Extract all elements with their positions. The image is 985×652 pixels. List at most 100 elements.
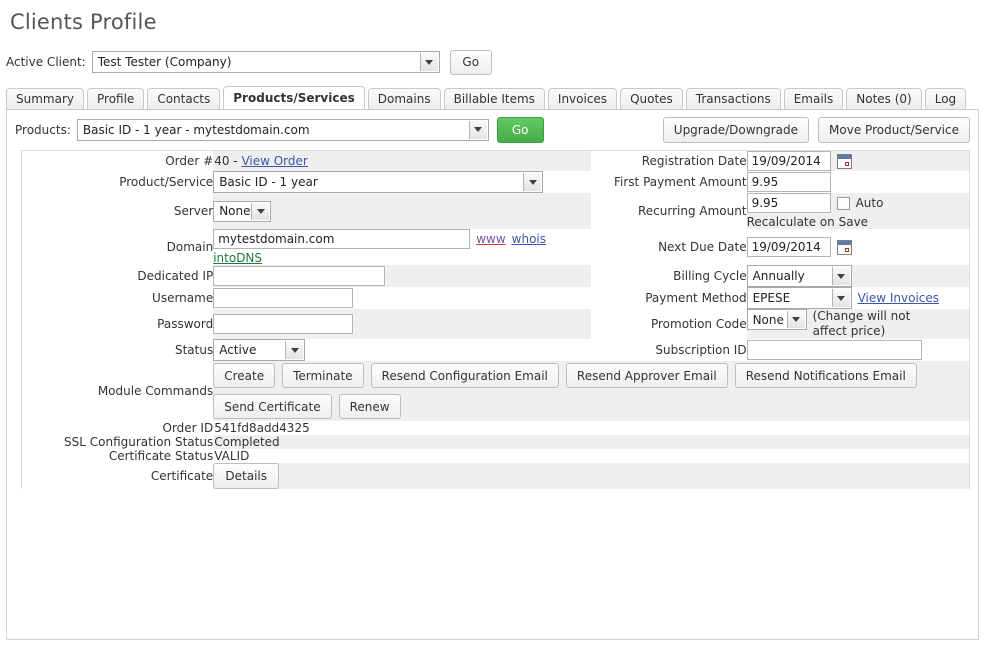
- chevron-down-icon[interactable]: [523, 173, 542, 191]
- tab-products-services[interactable]: Products/Services: [223, 86, 365, 109]
- certificate-label: Certificate: [22, 463, 214, 489]
- module-command-resend-approver-email[interactable]: Resend Approver Email: [565, 363, 728, 388]
- billing-cycle-select[interactable]: Annually: [746, 265, 852, 287]
- module-command-create[interactable]: Create: [213, 363, 276, 388]
- table-row: Server None Recurring Amount Auto Recalc…: [22, 193, 969, 229]
- active-client-go-button[interactable]: Go: [449, 49, 492, 75]
- upgrade-downgrade-button[interactable]: Upgrade/Downgrade: [662, 116, 810, 143]
- active-client-select[interactable]: Test Tester (Company): [91, 51, 440, 73]
- order-label: Order #: [22, 151, 214, 171]
- table-row: Order # 40 - View Order Registration Dat…: [22, 151, 969, 171]
- products-select[interactable]: Basic ID - 1 year - mytestdomain.com: [76, 118, 489, 141]
- domain-input[interactable]: [213, 229, 471, 249]
- table-row: Certificate Details: [22, 463, 969, 489]
- tab-transactions[interactable]: Transactions: [685, 88, 781, 109]
- certificate-status-value: VALID: [214, 449, 250, 463]
- registration-date-input[interactable]: [746, 151, 831, 171]
- promotion-code-value: None: [752, 312, 784, 327]
- table-row: Username Payment Method EPESE View Invoi…: [22, 287, 969, 309]
- move-product-service-button[interactable]: Move Product/Service: [818, 116, 970, 143]
- tab-domains[interactable]: Domains: [367, 88, 441, 109]
- first-payment-cell: [746, 171, 969, 193]
- module-command-terminate[interactable]: Terminate: [282, 363, 364, 388]
- module-command-send-certificate[interactable]: Send Certificate: [213, 394, 332, 419]
- tab-billable-items[interactable]: Billable Items: [443, 88, 545, 109]
- view-invoices-link[interactable]: View Invoices: [858, 291, 939, 305]
- certificate-details-button[interactable]: Details: [213, 463, 280, 489]
- password-input[interactable]: [213, 314, 354, 334]
- tab-notes-0[interactable]: Notes (0): [846, 88, 922, 109]
- tab-invoices[interactable]: Invoices: [547, 88, 618, 109]
- auto-label: Auto: [855, 196, 884, 210]
- promotion-code-label: Promotion Code: [590, 309, 747, 339]
- certificate-status-label: Certificate Status: [22, 449, 214, 463]
- tab-summary[interactable]: Summary: [6, 88, 84, 109]
- table-row: Password Promotion Code None (Change wil…: [22, 309, 969, 339]
- module-command-renew[interactable]: Renew: [338, 394, 401, 419]
- chevron-down-icon[interactable]: [831, 289, 850, 307]
- order-id-value: 541fd8add4325: [214, 421, 310, 435]
- username-input[interactable]: [213, 288, 354, 308]
- products-toolbar: Products: Basic ID - 1 year - mytestdoma…: [7, 110, 978, 150]
- products-services-panel: Products: Basic ID - 1 year - mytestdoma…: [6, 109, 979, 640]
- username-cell: [213, 287, 591, 309]
- status-value: Active: [219, 343, 257, 357]
- registration-date-cell: [746, 151, 969, 171]
- payment-method-select[interactable]: EPESE: [746, 287, 852, 309]
- server-value: None: [219, 204, 251, 218]
- recurring-amount-cell: Auto Recalculate on Save: [746, 193, 969, 229]
- chevron-down-icon[interactable]: [285, 341, 304, 359]
- tab-quotes[interactable]: Quotes: [620, 88, 683, 109]
- chevron-down-icon[interactable]: [468, 120, 487, 139]
- intodns-link[interactable]: intoDNS: [213, 251, 262, 265]
- tab-log[interactable]: Log: [924, 88, 967, 109]
- product-service-label: Product/Service: [22, 171, 214, 193]
- certificate-cell: Details: [213, 463, 969, 489]
- server-select[interactable]: None: [213, 200, 272, 222]
- module-commands-cell: Create Terminate Resend Configuration Emai…: [213, 361, 969, 421]
- next-due-date-input[interactable]: [746, 237, 831, 257]
- product-service-cell: Basic ID - 1 year: [213, 171, 591, 193]
- view-order-link[interactable]: View Order: [241, 154, 307, 168]
- tab-profile[interactable]: Profile: [87, 88, 145, 109]
- dedicated-ip-input[interactable]: [213, 266, 386, 286]
- payment-method-label: Payment Method: [590, 287, 747, 309]
- chevron-down-icon[interactable]: [831, 267, 850, 285]
- table-row: Module Commands Create Terminate Resend Co…: [22, 361, 969, 421]
- promotion-code-select[interactable]: None: [746, 309, 807, 330]
- first-payment-input[interactable]: [746, 172, 831, 192]
- subscription-id-input[interactable]: [746, 340, 922, 360]
- calendar-icon[interactable]: [836, 239, 852, 255]
- auto-checkbox[interactable]: [836, 196, 850, 210]
- payment-method-cell: EPESE View Invoices: [746, 287, 969, 309]
- module-commands-label: Module Commands: [22, 361, 214, 421]
- recurring-amount-input[interactable]: [746, 193, 831, 213]
- whois-link[interactable]: whois: [512, 232, 546, 246]
- chevron-down-icon[interactable]: [419, 53, 438, 71]
- module-command-resend-notifications-email[interactable]: Resend Notifications Email: [734, 363, 917, 388]
- module-commands-buttons: Create Terminate Resend Configuration Emai…: [213, 361, 969, 421]
- product-service-select[interactable]: Basic ID - 1 year: [213, 171, 544, 193]
- product-details-form: Order # 40 - View Order Registration Dat…: [21, 150, 970, 489]
- www-link[interactable]: www: [476, 232, 505, 246]
- recalculate-on-save-label: Recalculate on Save: [746, 215, 869, 229]
- table-row: Dedicated IP Billing Cycle Annually: [22, 265, 969, 287]
- table-row: Product/Service Basic ID - 1 year First …: [22, 171, 969, 193]
- module-command-resend-configuration-email[interactable]: Resend Configuration Email: [370, 363, 559, 388]
- calendar-icon[interactable]: [836, 153, 852, 169]
- password-cell: [213, 309, 591, 339]
- status-select[interactable]: Active: [213, 339, 306, 361]
- chevron-down-icon[interactable]: [786, 311, 805, 328]
- chevron-down-icon[interactable]: [251, 202, 270, 220]
- subscription-id-label: Subscription ID: [590, 339, 747, 361]
- registration-date-label: Registration Date: [590, 151, 747, 171]
- dedicated-ip-label: Dedicated IP: [22, 265, 214, 287]
- order-number: 40 -: [214, 154, 242, 168]
- active-client-label: Active Client:: [6, 55, 86, 69]
- tab-emails[interactable]: Emails: [783, 88, 844, 109]
- domain-label: Domain: [22, 229, 214, 265]
- recurring-amount-label: Recurring Amount: [590, 193, 747, 229]
- products-go-button[interactable]: Go: [496, 116, 544, 143]
- table-row: SSL Configuration Status Completed: [22, 435, 969, 449]
- tab-contacts[interactable]: Contacts: [147, 88, 221, 109]
